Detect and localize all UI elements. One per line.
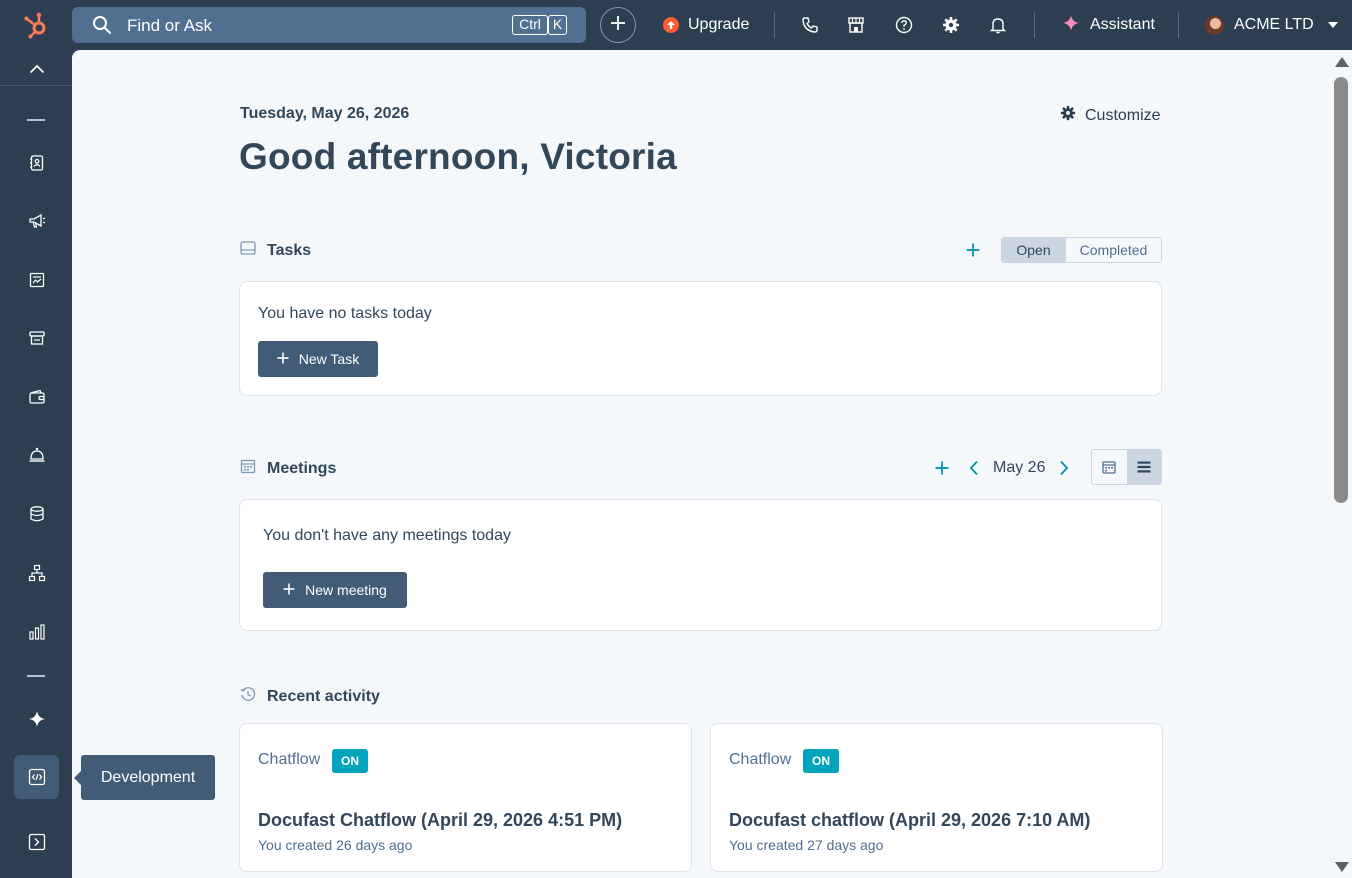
- caret-down-icon: [1327, 22, 1338, 28]
- status-badge: ON: [803, 749, 839, 773]
- top-navigation-bar: Find or Ask Ctrl K Upgrade Assistant ACM…: [0, 0, 1352, 50]
- recent-activity-title: Recent activity: [267, 687, 380, 705]
- tasks-empty-text: You have no tasks today: [258, 305, 432, 322]
- calendar-icon: [240, 458, 256, 479]
- search-icon: [92, 15, 112, 35]
- activity-card[interactable]: Chatflow ON Docufast Chatflow (April 29,…: [239, 723, 692, 872]
- upgrade-label: Upgrade: [688, 16, 750, 33]
- scroll-down-arrow-icon[interactable]: [1335, 862, 1349, 872]
- list-view-icon[interactable]: [1126, 450, 1161, 484]
- previous-day-chevron-icon[interactable]: [967, 459, 981, 477]
- activity-title[interactable]: Docufast Chatflow (April 29, 2026 4:51 P…: [258, 810, 622, 831]
- scrollbar-thumb[interactable]: [1334, 77, 1348, 503]
- new-meeting-label: New meeting: [305, 582, 387, 598]
- payments-wallet-icon[interactable]: [14, 375, 59, 419]
- contacts-icon[interactable]: [14, 141, 59, 185]
- sidebar-divider: [0, 85, 72, 86]
- content-icon[interactable]: [14, 258, 59, 302]
- activity-type: Chatflow: [258, 751, 321, 768]
- new-meeting-button[interactable]: New meeting: [263, 572, 407, 608]
- commerce-icon[interactable]: [14, 316, 59, 360]
- assistant-label: Assistant: [1090, 16, 1155, 33]
- marketing-megaphone-icon[interactable]: [14, 199, 59, 243]
- plus-icon: [610, 15, 626, 36]
- gear-icon: [1060, 105, 1076, 126]
- breeze-sparkle-icon[interactable]: [14, 697, 59, 741]
- topbar-divider: [774, 12, 775, 38]
- meetings-date-label: May 26: [993, 459, 1046, 476]
- tasks-card: You have no tasks today New Task: [239, 281, 1162, 396]
- create-new-button[interactable]: [600, 7, 636, 43]
- sidebar-separator: [27, 675, 45, 677]
- customize-button[interactable]: Customize: [1060, 105, 1161, 126]
- new-task-button[interactable]: New Task: [258, 341, 378, 377]
- hubspot-logo-icon[interactable]: [14, 6, 58, 44]
- meetings-card: You don't have any meetings today New me…: [239, 499, 1162, 631]
- task-status-filter: Open Completed: [1001, 237, 1162, 263]
- notifications-bell-icon[interactable]: [986, 13, 1010, 37]
- phone-icon[interactable]: [798, 13, 822, 37]
- tab-open[interactable]: Open: [1002, 238, 1065, 262]
- service-bell-icon[interactable]: [14, 433, 59, 477]
- account-menu[interactable]: ACME LTD: [1205, 13, 1338, 37]
- help-icon[interactable]: [892, 13, 916, 37]
- current-date: Tuesday, May 26, 2026: [240, 105, 410, 122]
- sparkle-icon: [1062, 14, 1080, 37]
- page-title: Good afternoon, Victoria: [239, 136, 677, 177]
- left-sidebar: [0, 50, 72, 878]
- expand-sidebar-icon[interactable]: [14, 820, 59, 864]
- activity-subtitle: You created 27 days ago: [729, 837, 884, 853]
- meetings-section-header: Meetings: [240, 458, 336, 479]
- shortcut-k-key: K: [548, 15, 567, 35]
- add-task-icon[interactable]: [964, 241, 982, 259]
- development-tooltip: Development: [74, 755, 215, 800]
- meetings-title: Meetings: [267, 459, 337, 477]
- status-badge: ON: [332, 749, 368, 773]
- activity-card[interactable]: Chatflow ON Docufast chatflow (April 29,…: [710, 723, 1163, 872]
- assistant-button[interactable]: Assistant: [1062, 13, 1155, 37]
- new-task-label: New Task: [298, 351, 360, 367]
- data-management-icon[interactable]: [14, 492, 59, 536]
- tasks-icon: [240, 240, 256, 261]
- development-code-icon[interactable]: [14, 755, 59, 799]
- activity-subtitle: You created 26 days ago: [258, 837, 413, 853]
- customize-label: Customize: [1085, 106, 1161, 124]
- reporting-chart-icon[interactable]: [14, 610, 59, 654]
- meetings-view-toggle: [1091, 449, 1162, 485]
- search-placeholder: Find or Ask: [127, 16, 213, 35]
- tab-completed[interactable]: Completed: [1065, 238, 1161, 262]
- add-meeting-icon[interactable]: [933, 459, 951, 477]
- tasks-section-header: Tasks: [240, 240, 311, 261]
- settings-gear-icon[interactable]: [939, 13, 963, 37]
- automation-icon[interactable]: [14, 551, 59, 595]
- recent-activity-section-header: Recent activity: [240, 686, 380, 707]
- main-content: Tuesday, May 26, 2026 Good afternoon, Vi…: [72, 50, 1330, 878]
- upgrade-button[interactable]: Upgrade: [663, 13, 749, 37]
- search-bar[interactable]: Find or Ask Ctrl K: [72, 7, 586, 43]
- shortcut-ctrl-key: Ctrl: [512, 15, 548, 35]
- vertical-scrollbar[interactable]: [1330, 50, 1352, 878]
- activity-title[interactable]: Docufast chatflow (April 29, 2026 7:10 A…: [729, 810, 1090, 831]
- plus-icon: [277, 351, 289, 367]
- plus-icon: [283, 582, 295, 598]
- topbar-divider: [1178, 12, 1179, 38]
- topbar-divider: [1034, 12, 1035, 38]
- sidebar-separator: [27, 119, 45, 121]
- history-icon: [240, 686, 256, 707]
- upgrade-arrow-icon: [663, 17, 679, 33]
- calendar-view-icon[interactable]: [1092, 450, 1127, 484]
- activity-type: Chatflow: [729, 751, 792, 768]
- meetings-empty-text: You don't have any meetings today: [263, 527, 511, 544]
- account-name: ACME LTD: [1234, 16, 1314, 33]
- tasks-title: Tasks: [267, 241, 312, 259]
- next-day-chevron-icon[interactable]: [1057, 459, 1071, 477]
- scroll-up-arrow-icon[interactable]: [1335, 57, 1349, 67]
- avatar: [1205, 15, 1224, 35]
- marketplace-icon[interactable]: [844, 13, 868, 37]
